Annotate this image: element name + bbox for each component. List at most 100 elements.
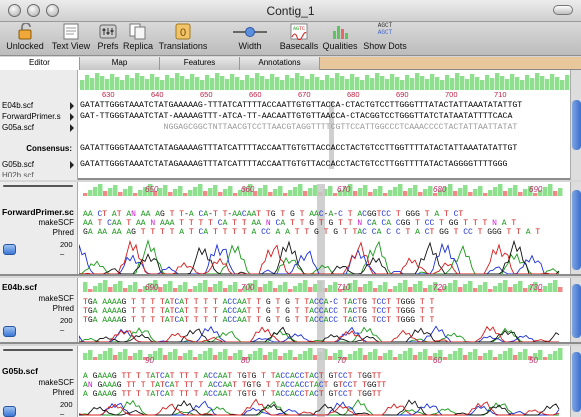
quality-bar	[448, 354, 453, 360]
quality-bar	[453, 191, 458, 196]
tab-features[interactable]: Features	[160, 57, 240, 70]
tab-map[interactable]: Map	[80, 57, 160, 70]
basecall-row: GA AA AA AG T T T T A T CA T T T T A CC …	[83, 228, 540, 237]
disclosure-arrow-icon[interactable]	[70, 161, 74, 169]
row-label-forwardprimer[interactable]: ForwardPrimer.s	[2, 112, 76, 123]
quality-bar	[158, 188, 163, 196]
show-dots-button[interactable]: AGCT AGCT Show Dots	[362, 22, 408, 56]
quality-bar	[393, 357, 398, 360]
sequence-row-g05b[interactable]: GATATTGGGTAAATCTATAGAAAAGTTTATCATTTTACCA…	[80, 160, 570, 171]
quality-bar	[218, 192, 223, 196]
quality-bar	[273, 349, 278, 360]
quality-bar	[398, 354, 403, 360]
quality-bar	[378, 186, 383, 196]
show-dots-label: Show Dots	[363, 41, 407, 51]
trace-vertical-scrollbar[interactable]	[570, 346, 581, 417]
disclosure-arrow-icon[interactable]	[70, 124, 74, 132]
disclosure-arrow-icon[interactable]	[70, 102, 74, 110]
trace-labels: G05b.scf makeSCF Phred 200 –	[0, 346, 78, 417]
position-ruler: 630 640 650 660 670 680 690 700 710	[80, 90, 570, 100]
toolbar: Unlocked Text View Prefs Replica 0 Trans…	[0, 22, 581, 56]
trace-position-label: 50	[529, 356, 538, 365]
quality-bar	[160, 80, 165, 90]
quality-bar	[515, 77, 520, 90]
quality-bar	[418, 352, 423, 360]
quality-bar	[110, 74, 115, 90]
basecalls-button[interactable]: AG TC Basecalls	[278, 22, 320, 56]
quality-bar	[363, 284, 368, 292]
quality-bar	[180, 76, 185, 90]
row-label-g05b[interactable]: G05b.scf	[2, 160, 76, 171]
tab-editor[interactable]: Editor	[0, 57, 80, 70]
trace-vertical-scrollbar[interactable]	[570, 278, 581, 342]
quality-bar	[135, 73, 140, 90]
text-view-button[interactable]: Text View	[48, 22, 94, 56]
trace-panel-forwardprimer: ForwardPrimer.sc makeSCF Phred 200 – 650…	[0, 182, 581, 276]
prefs-icon	[99, 24, 117, 39]
toolbar-toggle-icon[interactable]	[553, 5, 573, 15]
quality-bar	[208, 188, 213, 196]
trace-vscroll-thumb[interactable]	[572, 284, 581, 338]
trace-position-label: 80	[241, 356, 250, 365]
quality-bar	[285, 75, 290, 90]
quality-bar	[263, 355, 268, 360]
quality-bar	[483, 282, 488, 292]
row-label-g05a[interactable]: G05a.scf	[2, 123, 76, 134]
width-slider[interactable]: Width	[222, 22, 278, 56]
quality-bar	[183, 193, 188, 196]
ruler-tick-label: 710	[494, 90, 507, 99]
translations-button[interactable]: 0 Translations	[156, 22, 210, 56]
quality-bar	[223, 349, 228, 360]
sequence-row-g05a[interactable]: NGGAGCGGCTNTTAACGTCCTTAACGTAGGTTTTCGTTCC…	[80, 123, 570, 134]
prefs-button[interactable]: Prefs	[94, 22, 122, 56]
trace-vscroll-thumb[interactable]	[572, 190, 581, 270]
quality-bar	[430, 74, 435, 90]
quality-bar	[253, 351, 258, 360]
quality-bar	[513, 355, 518, 360]
trace-expand-icon[interactable]	[3, 244, 16, 255]
quality-bar	[393, 187, 398, 196]
quality-bar	[540, 76, 545, 90]
sequence-row-forwardprimer[interactable]: GAT-TTGGGTAAATCTAT-AAAAAGTTT-ATCA-TT-AAC…	[80, 112, 570, 123]
qualities-button[interactable]: Qualities	[320, 22, 360, 56]
quality-bar	[133, 193, 138, 196]
trace-vscroll-thumb[interactable]	[572, 352, 581, 412]
quality-bar	[478, 356, 483, 360]
quality-bar	[223, 189, 228, 196]
editor-vscroll-thumb[interactable]	[572, 100, 581, 150]
quality-bar	[313, 355, 318, 360]
quality-bar	[488, 350, 493, 360]
quality-bar	[403, 191, 408, 196]
consensus-sequence[interactable]: GATATTGGGTAAATCTATAGAAAAGTTTATCATTTTACCA…	[80, 144, 570, 155]
row-label-e04b[interactable]: E04b.scf	[2, 101, 76, 112]
quality-bar	[405, 75, 410, 90]
quality-bar	[445, 75, 450, 90]
replica-button[interactable]: Replica	[122, 22, 154, 56]
quality-bar	[513, 284, 518, 292]
quality-bar	[368, 192, 373, 196]
trace-expand-icon[interactable]	[3, 326, 16, 337]
quality-bar	[353, 280, 358, 292]
quality-bar	[558, 348, 563, 360]
trace-expand-icon[interactable]	[3, 406, 16, 417]
quality-bar	[543, 357, 548, 360]
disclosure-arrow-icon[interactable]	[70, 113, 74, 121]
quality-bar	[265, 79, 270, 90]
trace-vertical-scrollbar[interactable]	[570, 182, 581, 274]
quality-bar	[508, 287, 513, 292]
sequence-row-e04b[interactable]: GATATTGGGTAAATCTATGAAAAAG-TTTATCATTTTACC…	[80, 101, 570, 112]
tab-annotations[interactable]: Annotations	[240, 57, 320, 70]
unlocked-button[interactable]: Unlocked	[4, 22, 46, 56]
quality-bar	[303, 280, 308, 292]
quality-bar	[85, 75, 90, 90]
chromatogram: 650660670680690700AA CT AT AN AA AG T T-…	[79, 184, 563, 274]
quality-bar	[168, 352, 173, 360]
quality-bar	[193, 286, 198, 292]
quality-bar	[233, 353, 238, 360]
quality-bar	[208, 348, 213, 360]
trace-phred-label: Phred	[52, 388, 74, 397]
quality-bar	[363, 355, 368, 360]
quality-bar	[383, 282, 388, 292]
lock-icon	[18, 23, 32, 40]
editor-vertical-scrollbar[interactable]	[570, 70, 581, 180]
